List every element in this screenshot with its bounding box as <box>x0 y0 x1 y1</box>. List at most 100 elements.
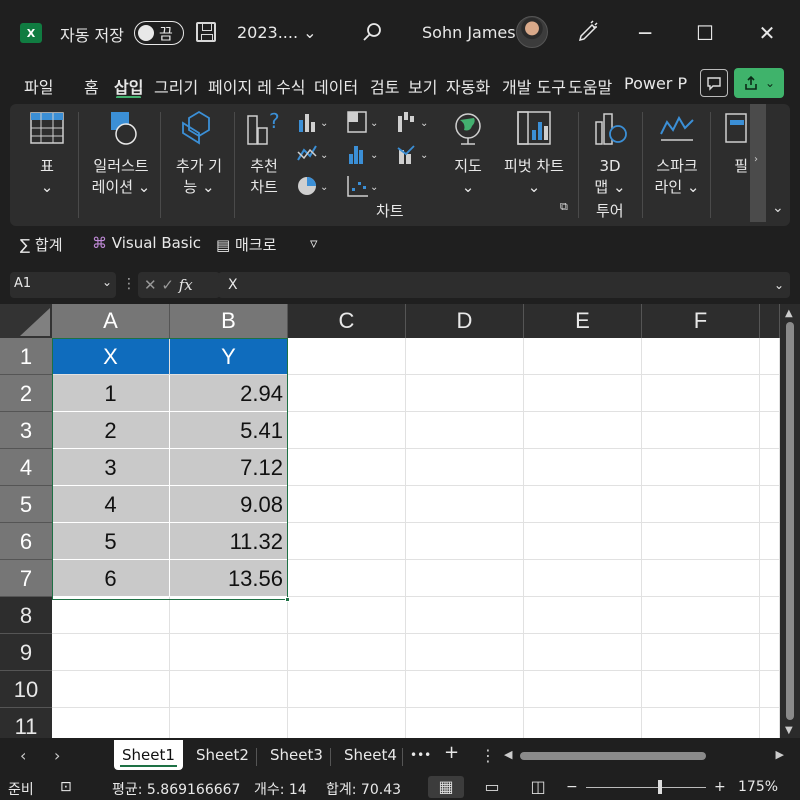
empty-cell[interactable] <box>642 375 760 412</box>
tab-help[interactable]: 도움말 <box>568 74 612 98</box>
autosum-button[interactable]: ∑ 합계 <box>20 234 63 255</box>
avatar[interactable] <box>516 16 548 48</box>
next-sheet-icon[interactable]: › <box>54 746 60 765</box>
zoom-slider-thumb[interactable] <box>658 780 662 794</box>
empty-cell[interactable] <box>524 375 642 412</box>
empty-cell[interactable] <box>406 338 524 375</box>
pie-chart-icon[interactable]: ⌄ <box>296 174 330 198</box>
cancel-icon[interactable]: ✕ <box>144 276 157 294</box>
empty-cell[interactable] <box>760 486 780 523</box>
column-header-b[interactable]: B <box>170 304 288 338</box>
share-button[interactable]: ⌄ <box>734 68 784 98</box>
empty-cell[interactable] <box>524 486 642 523</box>
empty-cell[interactable] <box>524 708 642 738</box>
count-readout[interactable]: 개수: 14 <box>254 779 307 799</box>
empty-cell[interactable] <box>170 671 288 708</box>
add-sheet-button[interactable]: + <box>444 742 459 763</box>
column-header-a[interactable]: A <box>52 304 170 338</box>
fill-handle[interactable] <box>285 597 290 602</box>
data-cell[interactable]: 6 <box>52 560 170 597</box>
combo-chart-icon[interactable]: ⌄ <box>396 142 430 166</box>
select-all-button[interactable] <box>0 304 52 338</box>
empty-cell[interactable] <box>406 597 524 634</box>
empty-cell[interactable] <box>642 634 760 671</box>
tab-page-layout[interactable]: 페이지 레 <box>208 74 272 98</box>
scatter-chart-icon[interactable]: ⌄ <box>346 174 380 198</box>
empty-cell[interactable] <box>406 523 524 560</box>
empty-cell[interactable] <box>760 671 780 708</box>
header-cell[interactable]: Y <box>170 338 288 375</box>
data-cell[interactable]: 7.12 <box>170 449 288 486</box>
empty-cell[interactable] <box>524 449 642 486</box>
empty-cell[interactable] <box>406 708 524 738</box>
empty-cell[interactable] <box>642 486 760 523</box>
scroll-left-icon[interactable]: ◀ <box>504 748 512 761</box>
3d-map-button[interactable]: 3D 맵 ⌄ <box>586 110 634 198</box>
data-cell[interactable]: 4 <box>52 486 170 523</box>
file-name-dropdown[interactable]: 2023.... ⌄ <box>237 23 317 42</box>
empty-cell[interactable] <box>406 671 524 708</box>
filters-button[interactable]: 필 <box>718 110 748 177</box>
empty-cell[interactable] <box>288 708 406 738</box>
visual-basic-button[interactable]: ⌘ Visual Basic <box>92 234 201 252</box>
vertical-scrollbar[interactable]: ▲ ▼ <box>780 304 800 738</box>
empty-cell[interactable] <box>288 375 406 412</box>
waterfall-chart-icon[interactable]: ⌄ <box>396 110 430 134</box>
empty-cell[interactable] <box>288 634 406 671</box>
empty-cell[interactable] <box>406 634 524 671</box>
tab-developer[interactable]: 개발 도구 <box>502 74 566 98</box>
statistic-chart-icon[interactable]: ⌄ <box>346 142 380 166</box>
data-cell[interactable]: 5.41 <box>170 412 288 449</box>
row-header-7[interactable]: 7 <box>0 560 52 597</box>
horizontal-scrollbar[interactable]: ◀ ▶ <box>504 748 784 764</box>
autosave-toggle[interactable]: 끔 <box>134 21 184 45</box>
close-button[interactable]: ✕ <box>754 20 780 46</box>
maps-button[interactable]: 지도 ⌄ <box>448 110 488 198</box>
page-break-view-icon[interactable]: ◫ <box>520 776 556 798</box>
hierarchy-chart-icon[interactable]: ⌄ <box>346 110 380 134</box>
tab-insert[interactable]: 삽입 <box>114 74 143 98</box>
empty-cell[interactable] <box>524 338 642 375</box>
empty-cell[interactable] <box>288 486 406 523</box>
sheet-tab-1[interactable]: Sheet1 <box>114 740 183 770</box>
zoom-in-button[interactable]: + <box>714 779 726 795</box>
empty-cell[interactable] <box>760 560 780 597</box>
comments-button[interactable] <box>700 69 728 97</box>
empty-cell[interactable] <box>406 449 524 486</box>
data-cell[interactable]: 13.56 <box>170 560 288 597</box>
line-chart-icon[interactable]: ⌄ <box>296 142 330 166</box>
empty-cell[interactable] <box>406 375 524 412</box>
column-header-g[interactable] <box>760 304 780 338</box>
empty-cell[interactable] <box>760 523 780 560</box>
average-readout[interactable]: 평균: 5.869166667 <box>112 779 240 799</box>
column-header-f[interactable]: F <box>642 304 760 338</box>
empty-cell[interactable] <box>642 449 760 486</box>
tab-view[interactable]: 보기 <box>408 74 437 98</box>
recommended-charts-button[interactable]: ? 추천 차트 <box>242 109 286 198</box>
empty-cell[interactable] <box>170 597 288 634</box>
empty-cell[interactable] <box>642 597 760 634</box>
empty-cell[interactable] <box>524 597 642 634</box>
empty-cell[interactable] <box>170 708 288 738</box>
confirm-icon[interactable]: ✓ <box>161 276 174 294</box>
empty-cell[interactable] <box>524 412 642 449</box>
data-cell[interactable]: 3 <box>52 449 170 486</box>
empty-cell[interactable] <box>642 338 760 375</box>
zoom-out-button[interactable]: − <box>566 779 578 795</box>
save-icon[interactable] <box>196 22 216 42</box>
column-header-e[interactable]: E <box>524 304 642 338</box>
data-cell[interactable]: 11.32 <box>170 523 288 560</box>
empty-cell[interactable] <box>288 671 406 708</box>
empty-cell[interactable] <box>642 560 760 597</box>
empty-cell[interactable] <box>524 671 642 708</box>
sheet-tab-3[interactable]: Sheet3 <box>270 746 323 764</box>
pivot-chart-button[interactable]: 피벗 차트 ⌄ <box>496 110 572 198</box>
zoom-level[interactable]: 175% <box>738 779 778 795</box>
tab-power-pivot[interactable]: Power P <box>624 74 688 93</box>
charts-dialog-launcher-icon[interactable]: ⧉ <box>560 200 568 214</box>
empty-cell[interactable] <box>406 486 524 523</box>
empty-cell[interactable] <box>288 560 406 597</box>
empty-cell[interactable] <box>760 338 780 375</box>
sheet-tab-4[interactable]: Sheet4 <box>344 746 397 764</box>
normal-view-icon[interactable]: ▦ <box>428 776 464 798</box>
